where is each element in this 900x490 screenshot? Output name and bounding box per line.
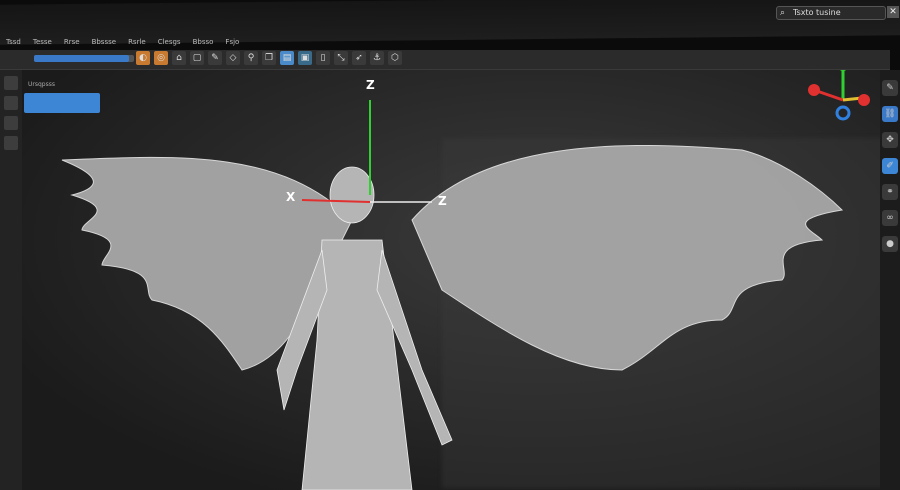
right-toolbar: ✎ ⛓ ✥ ✐ ⚭ ∞ ● bbox=[880, 70, 900, 490]
menu-item[interactable]: Bbssse bbox=[92, 38, 117, 46]
blob-icon[interactable]: ● bbox=[882, 236, 898, 252]
outliner-header: Ursqpsss bbox=[28, 81, 55, 88]
menu-item[interactable]: Tssd bbox=[6, 38, 21, 46]
frame-tool-icon[interactable]: ▢ bbox=[190, 51, 204, 65]
progress-bar bbox=[34, 55, 129, 62]
brush-icon[interactable]: ✐ bbox=[882, 158, 898, 174]
tool-strip: ◐ ◎ ⌂ ▢ ✎ ◇ ⚲ ❐ ▤ ▣ ▯ ⤡ ➶ ⚓ ⬡ bbox=[136, 51, 402, 65]
menu-item[interactable]: Tesse bbox=[33, 38, 52, 46]
search-text: Tsxto tusine bbox=[793, 8, 841, 17]
x-axis-label: X bbox=[286, 190, 296, 204]
rotate-tool-icon[interactable]: ◎ bbox=[154, 51, 168, 65]
3d-viewport[interactable]: Z X Z bbox=[22, 70, 900, 490]
search-icon: ⌕ bbox=[780, 8, 786, 18]
menu-item[interactable]: Rrse bbox=[64, 38, 80, 46]
right-wing bbox=[411, 144, 844, 371]
tag-tool-icon[interactable]: ◇ bbox=[226, 51, 240, 65]
angel-head bbox=[329, 166, 375, 224]
search-input[interactable]: ⌕ Tsxto tusine bbox=[776, 6, 886, 20]
cube-tool-icon[interactable]: ⬡ bbox=[388, 51, 402, 65]
anchor-tool-icon[interactable]: ⚓ bbox=[370, 51, 384, 65]
brush-tool-icon[interactable]: ✎ bbox=[208, 51, 222, 65]
move-icon[interactable]: ✥ bbox=[882, 132, 898, 148]
chain-icon[interactable]: ∞ bbox=[882, 210, 898, 226]
tool-button[interactable] bbox=[4, 116, 18, 130]
tool-button[interactable] bbox=[4, 136, 18, 150]
pen-icon[interactable]: ✎ bbox=[882, 80, 898, 96]
scale-tool-icon[interactable]: ⤡ bbox=[334, 51, 348, 65]
z-axis-label: Z bbox=[366, 78, 375, 92]
left-toolbar bbox=[0, 70, 22, 490]
angel-model[interactable] bbox=[22, 70, 882, 490]
link-icon[interactable]: ⛓ bbox=[882, 106, 898, 122]
zoom-tool-icon[interactable]: ⚲ bbox=[244, 51, 258, 65]
close-button[interactable]: ✕ bbox=[887, 6, 899, 18]
rocket-tool-icon[interactable]: ➶ bbox=[352, 51, 366, 65]
navigation-gizmo[interactable] bbox=[808, 70, 870, 121]
menu-item[interactable]: Rsrle bbox=[128, 38, 146, 46]
move-tool-icon[interactable]: ⌂ bbox=[172, 51, 186, 65]
node-icon[interactable]: ⚭ bbox=[882, 184, 898, 200]
menu-item[interactable]: Fsjo bbox=[225, 38, 239, 46]
delete-tool-icon[interactable]: ▯ bbox=[316, 51, 330, 65]
menu-bar: Tssd Tesse Rrse Bbssse Rsrle Clesgs Bbss… bbox=[6, 38, 239, 46]
menu-item[interactable]: Clesgs bbox=[158, 38, 181, 46]
tool-button[interactable] bbox=[4, 76, 18, 90]
image-tool-icon[interactable]: ▣ bbox=[298, 51, 312, 65]
copy-tool-icon[interactable]: ❐ bbox=[262, 51, 276, 65]
outliner-selected-item[interactable] bbox=[24, 93, 100, 113]
outliner-panel: Ursqpsss bbox=[22, 78, 102, 118]
tool-button[interactable] bbox=[4, 96, 18, 110]
menu-item[interactable]: Bbsso bbox=[193, 38, 214, 46]
z-side-axis-label: Z bbox=[438, 194, 447, 208]
layer-tool-icon[interactable]: ▤ bbox=[280, 51, 294, 65]
select-tool-icon[interactable]: ◐ bbox=[136, 51, 150, 65]
